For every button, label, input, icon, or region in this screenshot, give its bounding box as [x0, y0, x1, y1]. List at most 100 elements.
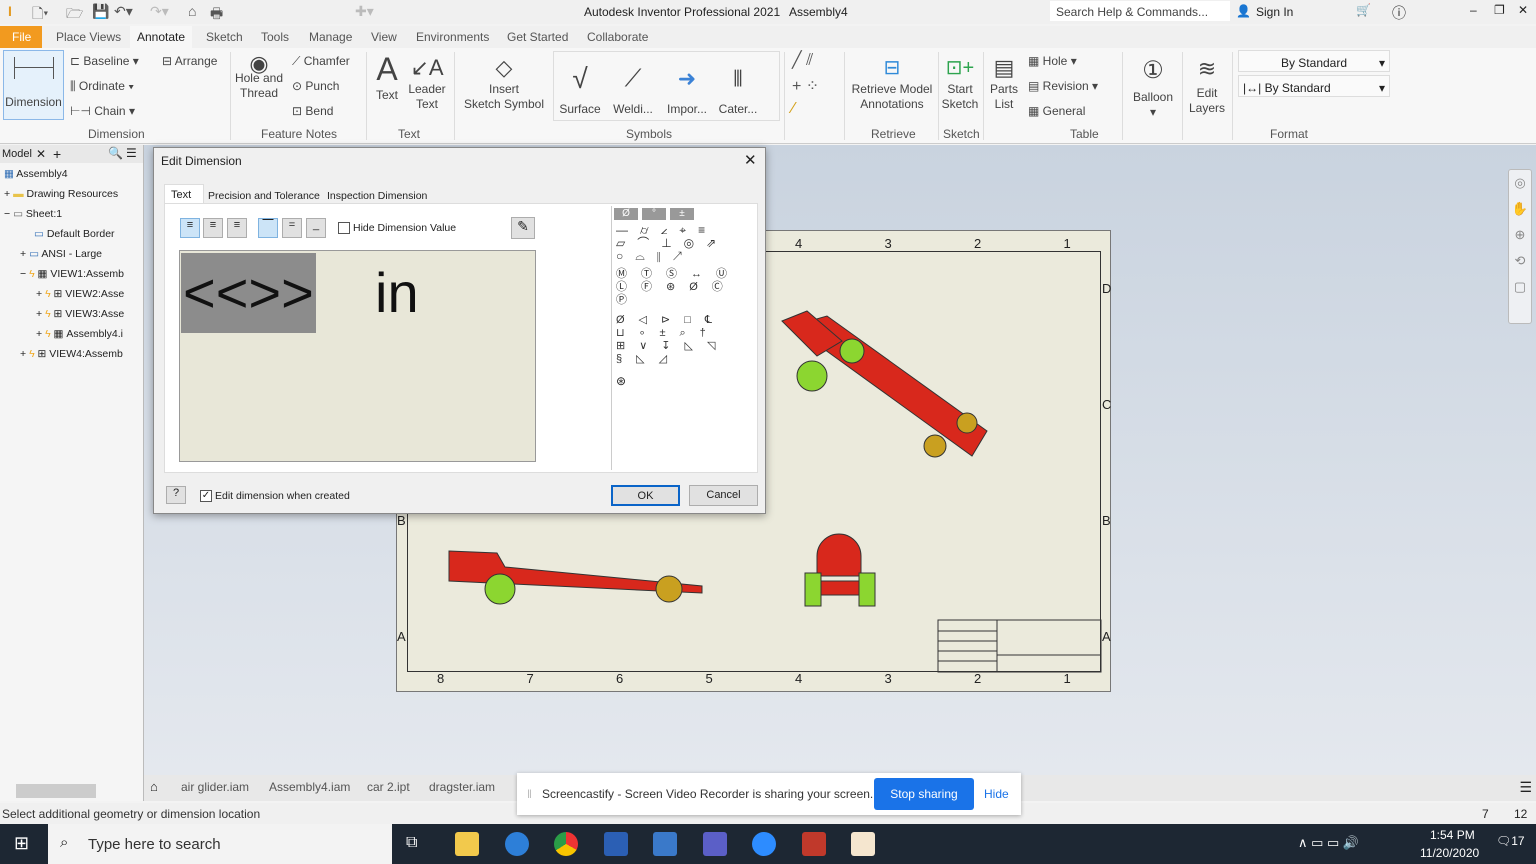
close-icon[interactable]: ✕: [36, 147, 46, 161]
tree-item[interactable]: + ϟ ⊞ VIEW3:Asse: [36, 308, 143, 320]
sign-in-link[interactable]: Sign In: [1256, 5, 1293, 19]
hole-table-button[interactable]: ▦ Hole ▾: [1028, 54, 1077, 69]
tab-model[interactable]: Model: [2, 148, 32, 160]
align-center-button[interactable]: ≡: [203, 218, 223, 238]
drag-handle-icon[interactable]: ‖: [527, 787, 532, 801]
task-view-icon[interactable]: ⧉: [406, 834, 417, 852]
clock-time[interactable]: 1:54 PM: [1430, 828, 1475, 842]
teams-icon[interactable]: [703, 832, 727, 856]
tree-item[interactable]: + ϟ ⊞ VIEW4:Assemb: [20, 348, 143, 360]
file-explorer-icon[interactable]: [455, 832, 479, 856]
add-icon[interactable]: ✚▾: [355, 3, 374, 20]
edit-layers-button[interactable]: ≋ Edit Layers: [1186, 52, 1228, 116]
tab-text[interactable]: Text: [164, 184, 204, 204]
ok-button[interactable]: OK: [611, 485, 680, 506]
balloon-button[interactable]: ① Balloon ▾: [1128, 52, 1178, 120]
tab-environments[interactable]: Environments: [416, 30, 489, 44]
hole-symbols-grid[interactable]: Ø◁⊳□℄ ⊔∘±⌕† ⊞∨↧◺◹ §◺◿: [616, 314, 756, 366]
gdt-symbols-grid[interactable]: —⌭∠⌖≡ ▱⌒⊥◎⇗ ○⌓∥↗: [616, 224, 756, 263]
home-icon[interactable]: ⌂: [188, 3, 196, 19]
plusminus-symbol-tab[interactable]: ±: [670, 208, 694, 220]
baseline-button[interactable]: ⊏ Baseline ▾: [70, 54, 139, 69]
auto-centerline-icon[interactable]: ⁄: [792, 100, 795, 118]
retrieve-model-annotations-button[interactable]: ⊟ Retrieve Model Annotations: [848, 54, 936, 112]
center-mark-icon[interactable]: + ⁘: [792, 76, 819, 96]
align-bottom-button[interactable]: _: [306, 218, 326, 238]
tree-item[interactable]: − ϟ ▦ VIEW1:Assemb: [20, 268, 143, 280]
inventor-taskbar-icon[interactable]: [851, 832, 875, 856]
pan-icon[interactable]: ✋: [1509, 196, 1531, 222]
tab-view[interactable]: View: [371, 30, 397, 44]
steering-wheel-icon[interactable]: ◎: [1509, 170, 1531, 196]
tab-get-started[interactable]: Get Started: [507, 30, 568, 44]
surface-button[interactable]: √ Surface: [558, 56, 602, 117]
tab-place-views[interactable]: Place Views: [56, 30, 121, 44]
chain-button[interactable]: ⊢⊣ Chain ▾: [70, 104, 135, 119]
notifications-icon[interactable]: 🗨17: [1496, 834, 1525, 848]
horizontal-scrollbar[interactable]: [16, 784, 96, 798]
arrange-button[interactable]: ⊟ Arrange: [162, 54, 217, 69]
align-middle-button[interactable]: =: [282, 218, 302, 238]
help-icon[interactable]: ⓘ: [1392, 3, 1406, 23]
doc-tab[interactable]: Assembly4.iam: [269, 780, 350, 794]
print-icon[interactable]: 🖶: [210, 3, 223, 27]
hide-button[interactable]: Hide: [984, 787, 1009, 801]
tab-file[interactable]: File: [0, 26, 42, 48]
dimension-text-editor[interactable]: <<>> in: [179, 250, 536, 462]
tab-manage[interactable]: Manage: [309, 30, 352, 44]
tab-tools[interactable]: Tools: [261, 30, 289, 44]
redo-icon[interactable]: ↷▾: [150, 3, 169, 20]
ordinate-button[interactable]: ⫼ Ordinate ▾: [70, 79, 134, 94]
insert-sketch-symbol-button[interactable]: ◇ Insert Sketch Symbol: [460, 54, 548, 112]
restore-button[interactable]: ❐: [1494, 3, 1505, 17]
menu-icon[interactable]: ☰: [126, 146, 137, 160]
zoom-app-icon[interactable]: [752, 832, 776, 856]
home-icon[interactable]: ⌂: [150, 779, 158, 794]
tree-item[interactable]: + ϟ ⊞ VIEW2:Asse: [36, 288, 143, 300]
photos-icon[interactable]: [653, 832, 677, 856]
undo-icon[interactable]: ↶▾: [114, 3, 133, 20]
taskbar-search-input[interactable]: ⌕ Type here to search: [48, 824, 392, 864]
minimize-button[interactable]: –: [1470, 3, 1477, 17]
tab-sketch[interactable]: Sketch: [206, 30, 243, 44]
hide-dimension-value-checkbox[interactable]: [338, 222, 350, 234]
align-right-button[interactable]: ≡: [227, 218, 247, 238]
search-help-input[interactable]: Search Help & Commands...: [1050, 1, 1230, 21]
orbit-icon[interactable]: ⟲: [1509, 248, 1531, 274]
chrome-icon[interactable]: [554, 832, 578, 856]
degree-symbol-tab[interactable]: °: [642, 208, 666, 220]
tab-annotate[interactable]: Annotate: [130, 26, 193, 48]
tab-collaborate[interactable]: Collaborate: [587, 30, 648, 44]
edit-when-created-checkbox[interactable]: ✓: [200, 490, 212, 502]
dimension-button[interactable]: Dimension: [3, 50, 64, 120]
dimension-style-dropdown[interactable]: |↔| By Standard ▾: [1238, 75, 1390, 97]
cart-icon[interactable]: 🛒: [1356, 3, 1371, 17]
punch-button[interactable]: ⊙ Punch: [292, 79, 339, 94]
chamfer-button[interactable]: ⟋ Chamfer: [292, 54, 350, 69]
parts-list-button[interactable]: ▤ Parts List: [986, 54, 1022, 112]
open-icon[interactable]: 🗁: [66, 3, 83, 27]
tab-precision-tolerance[interactable]: Precision and Tolerance: [208, 190, 320, 202]
windows-start-icon[interactable]: ⊞: [14, 833, 29, 854]
revision-table-button[interactable]: ▤ Revision ▾: [1028, 79, 1098, 94]
tree-item[interactable]: + ϟ ▦ Assembly4.i: [36, 328, 143, 340]
start-sketch-button[interactable]: ⊡+ Start Sketch: [940, 54, 980, 112]
pencil-icon[interactable]: ✎: [511, 217, 535, 239]
save-icon[interactable]: 💾: [92, 3, 109, 20]
stop-sharing-button[interactable]: Stop sharing: [874, 778, 974, 810]
look-at-icon[interactable]: ▢: [1509, 274, 1531, 300]
style-dropdown[interactable]: By Standard ▾: [1238, 50, 1390, 72]
snipping-tool-icon[interactable]: [802, 832, 826, 856]
cancel-button[interactable]: Cancel: [689, 485, 758, 506]
align-top-button[interactable]: ⎺: [258, 218, 278, 238]
align-left-button[interactable]: ≡: [180, 218, 200, 238]
add-tab-icon[interactable]: +: [53, 146, 61, 162]
search-icon[interactable]: 🔍: [108, 146, 123, 160]
tree-item[interactable]: ▭ Default Border: [34, 228, 115, 240]
safari-icon[interactable]: [505, 832, 529, 856]
welding-button[interactable]: ⟋ Weldi...: [608, 56, 658, 117]
clock-date[interactable]: 11/20/2020: [1420, 846, 1479, 860]
caterpillar-button[interactable]: ⦀ Cater...: [716, 56, 760, 117]
doc-tab[interactable]: air glider.iam: [181, 780, 249, 794]
doc-tab[interactable]: car 2.ipt: [367, 780, 410, 794]
